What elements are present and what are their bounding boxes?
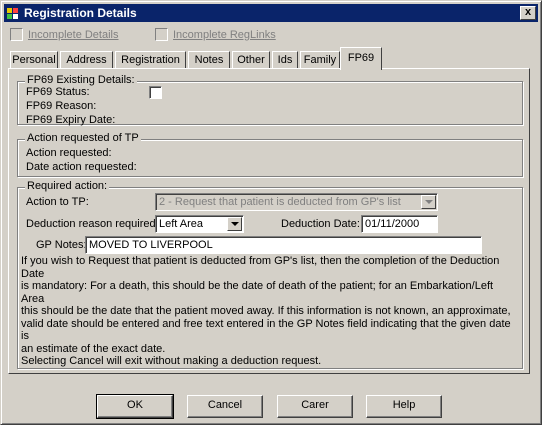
tab-notes-label: Notes	[194, 54, 224, 66]
tab-other[interactable]: Other	[232, 51, 270, 69]
tab-registration[interactable]: Registration	[115, 51, 186, 69]
incomplete-details-checkbox[interactable]: Incomplete Details	[10, 28, 119, 41]
fp69-tab-panel: FP69 Existing Details: FP69 Status: FP69…	[8, 68, 530, 374]
gp-notes-field[interactable]: MOVED TO LIVERPOOL	[85, 236, 482, 254]
tab-ids[interactable]: Ids	[272, 51, 298, 69]
help-line: Selecting Cancel will exit without makin…	[21, 355, 322, 367]
help-button-label: Help	[392, 399, 416, 411]
help-line: an estimate of the exact date.	[21, 342, 166, 355]
incomplete-reglinks-label: Incomplete RegLinks	[173, 29, 276, 41]
close-icon: x	[524, 6, 532, 18]
cancel-button-label: Cancel	[207, 399, 243, 411]
help-line: is mandatory: For a death, this should b…	[21, 280, 494, 305]
app-icon	[7, 8, 18, 19]
tab-personal-label: Personal	[12, 54, 56, 66]
chevron-down-icon[interactable]	[421, 195, 436, 209]
gp-notes-value: MOVED TO LIVERPOOL	[89, 239, 213, 251]
title-bar: Registration Details x	[4, 4, 538, 22]
checkbox-box	[10, 28, 23, 41]
tab-family-label: Family	[303, 54, 337, 66]
fp69-reason-label: FP69 Reason:	[26, 100, 97, 112]
tab-fp69-label: FP69	[347, 52, 375, 64]
deduction-reason-dropdown[interactable]: Left Area	[155, 215, 244, 233]
tab-fp69[interactable]: FP69	[340, 47, 382, 70]
date-action-requested-label: Date action requested:	[26, 161, 137, 173]
fp69-status-checkbox[interactable]	[149, 86, 162, 99]
window-title: Registration Details	[24, 6, 137, 20]
tab-registration-label: Registration	[121, 54, 180, 66]
deduction-reason-label: Deduction reason required:	[26, 218, 159, 230]
tab-address[interactable]: Address	[60, 51, 113, 69]
fp69-existing-legend: FP69 Existing Details:	[25, 74, 137, 86]
deduction-reason-value: Left Area	[159, 218, 204, 230]
fp69-expiry-label: FP69 Expiry Date:	[26, 114, 116, 126]
tab-personal[interactable]: Personal	[10, 51, 58, 69]
gp-notes-label: GP Notes:	[36, 239, 87, 251]
deduction-date-field[interactable]: 01/11/2000	[361, 215, 438, 233]
help-line: this should be the date that the patient…	[21, 305, 511, 317]
required-action-legend: Required action:	[25, 180, 110, 192]
carer-button[interactable]: Carer	[277, 395, 353, 418]
tab-family[interactable]: Family	[300, 51, 340, 69]
close-button[interactable]: x	[520, 6, 536, 20]
deduction-help-text: If you wish to Request that patient is d…	[21, 255, 517, 368]
deduction-date-label: Deduction Date:	[281, 218, 360, 230]
action-to-tp-value: 2 - Request that patient is deducted fro…	[159, 196, 401, 208]
incomplete-reglinks-checkbox[interactable]: Incomplete RegLinks	[155, 28, 276, 41]
ok-button[interactable]: OK	[96, 394, 174, 419]
tab-other-label: Other	[237, 54, 265, 66]
incomplete-details-label: Incomplete Details	[28, 29, 119, 41]
carer-button-label: Carer	[301, 399, 329, 411]
registration-details-dialog: Registration Details x Incomplete Detail…	[0, 0, 542, 425]
action-to-tp-dropdown[interactable]: 2 - Request that patient is deducted fro…	[155, 193, 438, 211]
cancel-button[interactable]: Cancel	[187, 395, 263, 418]
action-requested-label: Action requested:	[26, 147, 112, 159]
fp69-status-label: FP69 Status:	[26, 86, 90, 98]
tab-address-label: Address	[66, 54, 107, 66]
tab-notes[interactable]: Notes	[188, 51, 230, 69]
action-to-tp-label: Action to TP:	[26, 196, 89, 208]
tab-ids-label: Ids	[277, 54, 293, 66]
chevron-down-icon[interactable]	[227, 217, 242, 231]
help-line: valid date should be entered and free te…	[21, 317, 511, 343]
ok-button-label: OK	[127, 399, 143, 411]
deduction-date-value: 01/11/2000	[365, 218, 420, 230]
help-line: If you wish to Request that patient is d…	[21, 255, 500, 280]
action-requested-legend: Action requested of TP	[25, 132, 141, 144]
checkbox-box	[155, 28, 168, 41]
help-button[interactable]: Help	[366, 395, 442, 418]
